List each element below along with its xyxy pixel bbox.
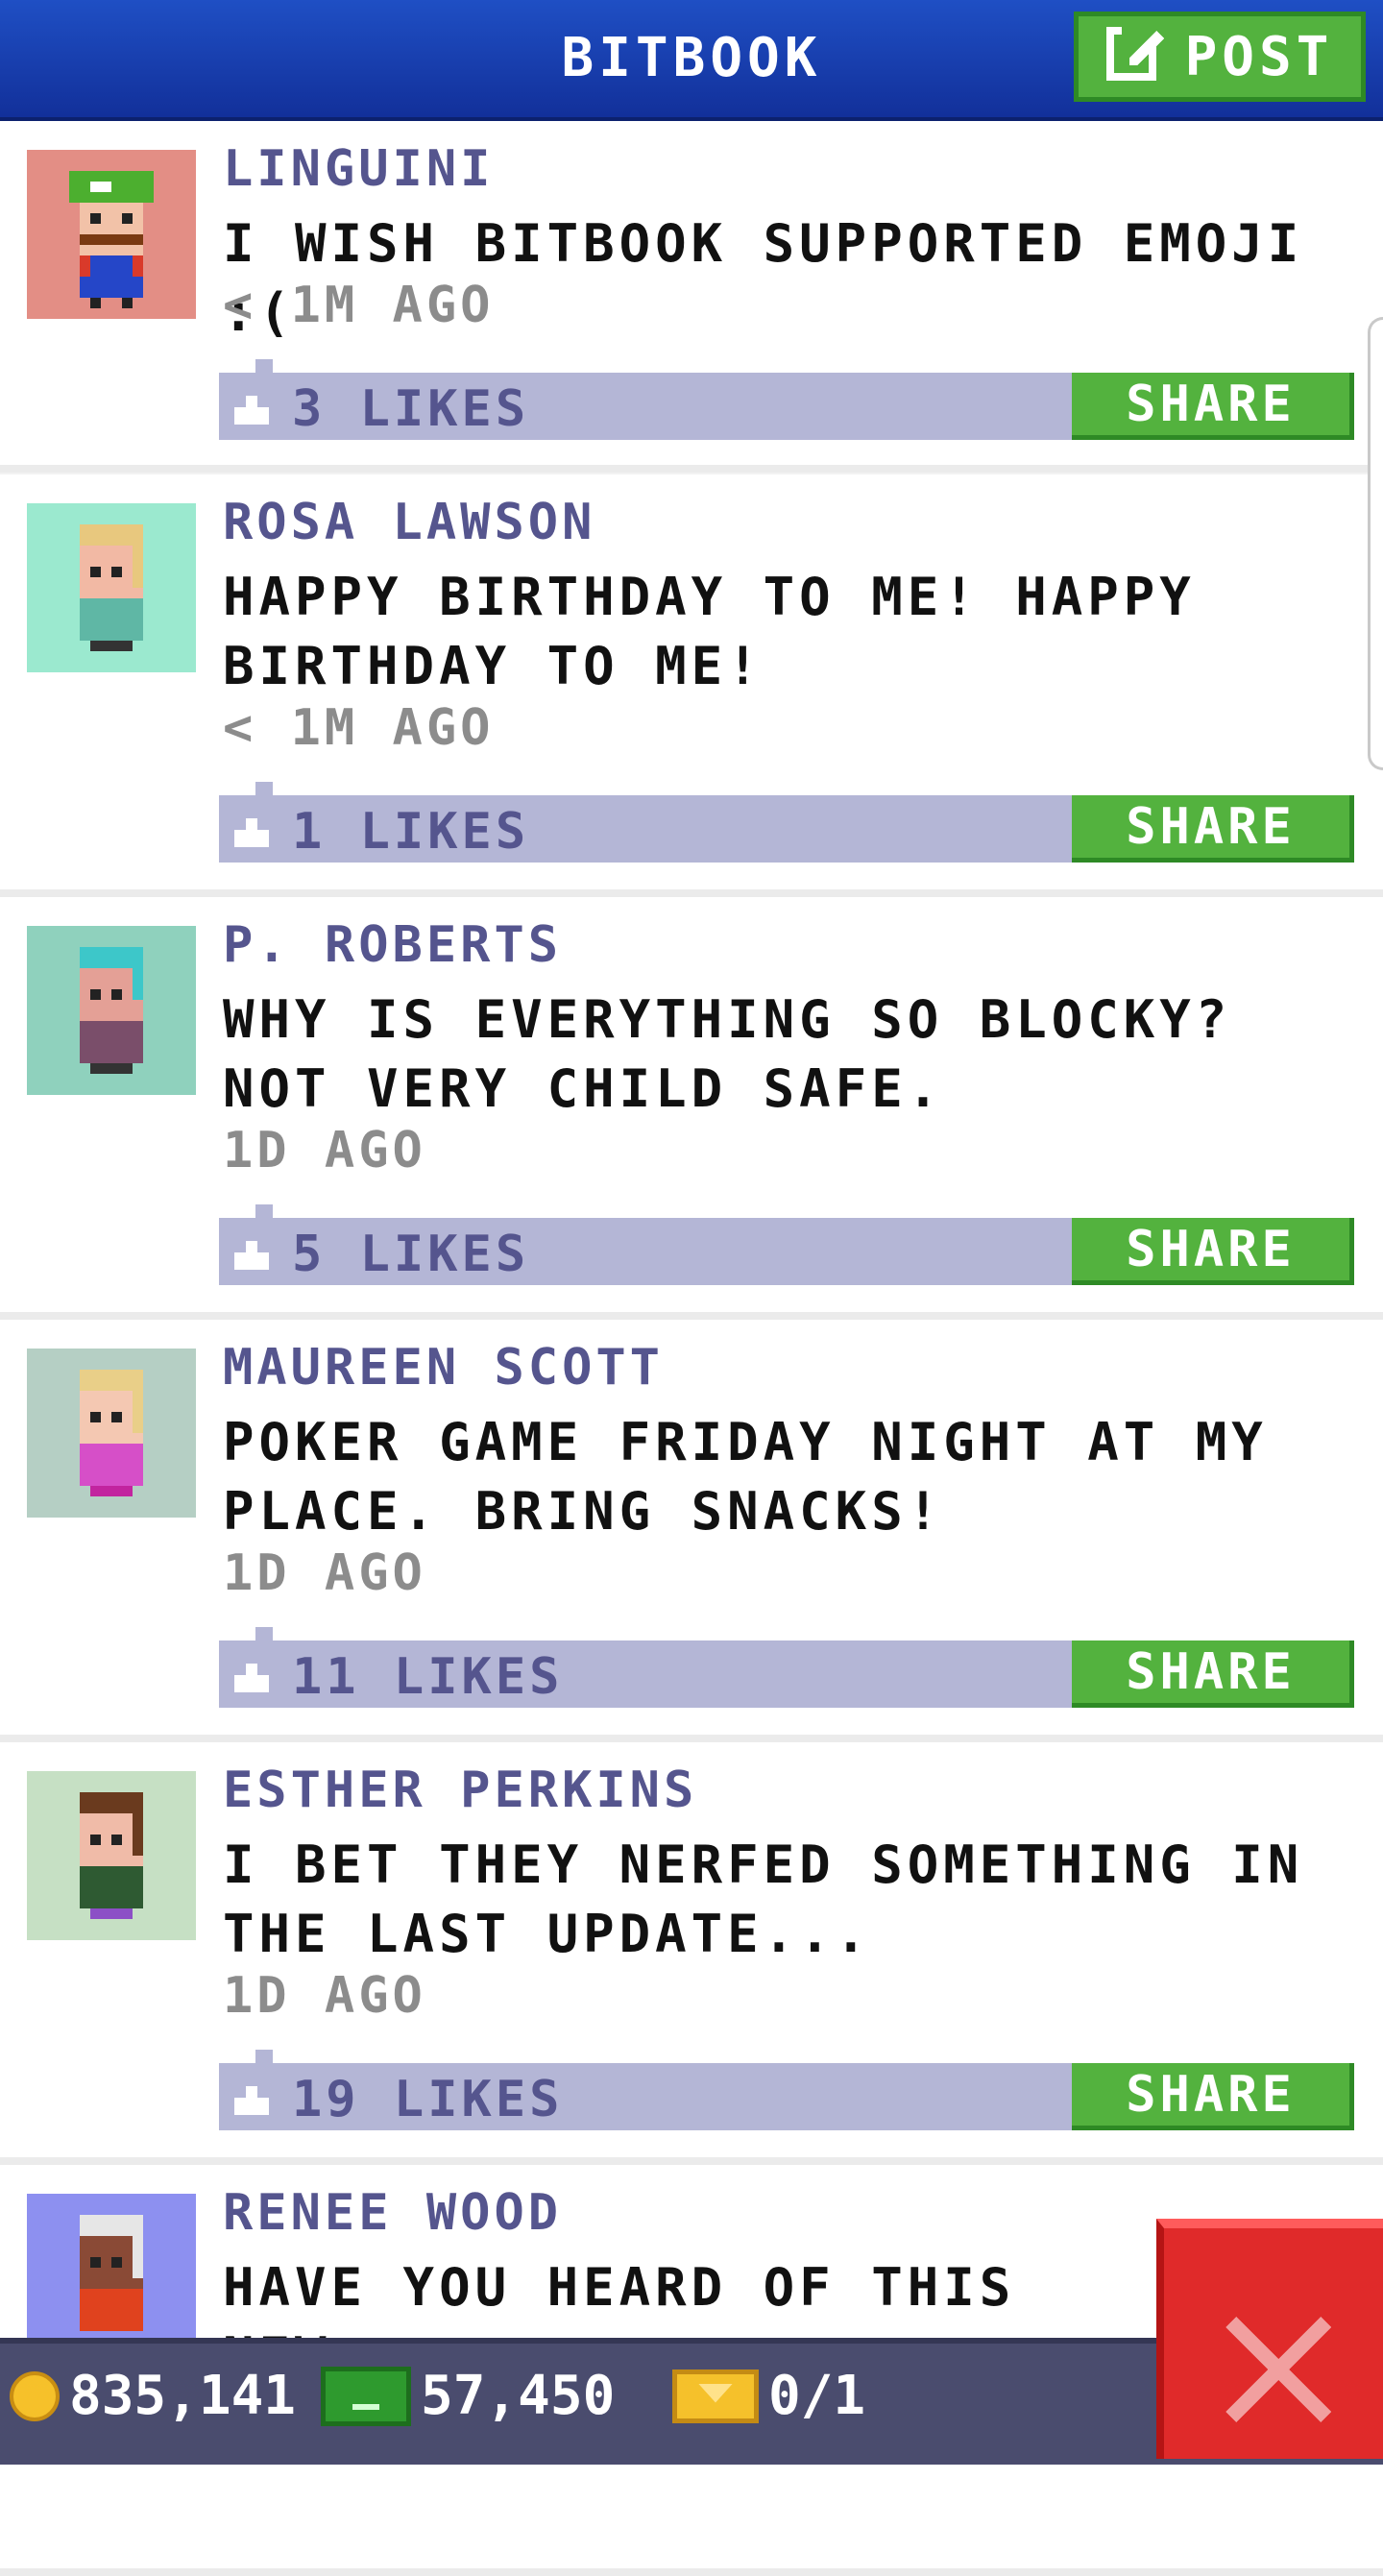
post-card: ROSA LAWSON HAPPY BIRTHDAY TO ME! HAPPY …: [0, 474, 1383, 897]
coin-icon: [10, 2370, 60, 2421]
post-message: HAPPY BIRTHDAY TO ME! HAPPY BIRTHDAY TO …: [223, 567, 1196, 696]
share-button[interactable]: SHARE: [1072, 795, 1354, 863]
coins-stat: 835,141: [10, 2365, 296, 2427]
vip-stat: 0/1: [672, 2365, 865, 2427]
post-time: 1D AGO: [223, 1544, 426, 1602]
post-card: ESTHER PERKINS I BET THEY NERFED SOMETHI…: [0, 1742, 1383, 2165]
post-card: P. ROBERTS WHY IS EVERYTHING SO BLOCKY? …: [0, 897, 1383, 1320]
post-button[interactable]: POST: [1074, 12, 1366, 102]
post-time: < 1M AGO: [223, 277, 495, 334]
coins-value: 835,141: [69, 2365, 297, 2427]
like-icon: [234, 1664, 269, 1692]
likes-notch: [255, 359, 273, 373]
likes-bar: 5 LIKES SHARE: [219, 1204, 1354, 1285]
post-button-label: POST: [1184, 25, 1334, 88]
post-message: WHY IS EVERYTHING SO BLOCKY? NOT VERY CH…: [223, 989, 1232, 1119]
like-icon: [234, 1241, 269, 1270]
post-card: MAUREEN SCOTT POKER GAME FRIDAY NIGHT AT…: [0, 1320, 1383, 1742]
post-message: POKER GAME FRIDAY NIGHT AT MY PLACE. BRI…: [223, 1412, 1268, 1542]
share-button[interactable]: SHARE: [1072, 2063, 1354, 2130]
likes-notch: [255, 1627, 273, 1640]
likes-notch: [255, 2050, 273, 2063]
likes-bar: 19 LIKES SHARE: [219, 2050, 1354, 2130]
avatar[interactable]: [27, 503, 196, 672]
post-author[interactable]: P. ROBERTS: [223, 916, 562, 974]
bux-value: 57,450: [421, 2365, 616, 2427]
avatar[interactable]: [27, 1771, 196, 1940]
likes-bar: 1 LIKES SHARE: [219, 782, 1354, 863]
share-button[interactable]: SHARE: [1072, 1218, 1354, 1285]
likes-count: 11 LIKES: [292, 1648, 564, 1706]
likes-count: 5 LIKES: [292, 1226, 530, 1283]
like-icon: [234, 818, 269, 847]
likes-count: 1 LIKES: [292, 803, 530, 861]
post-author[interactable]: RENEE WOOD: [223, 2184, 562, 2242]
post-time: 1D AGO: [223, 1122, 426, 1179]
vip-value: 0/1: [768, 2365, 866, 2427]
share-button[interactable]: SHARE: [1072, 373, 1354, 440]
likes-bar: 11 LIKES SHARE: [219, 1627, 1354, 1708]
post-card: LINGUINI I WISH BITBOOK SUPPORTED EMOJI …: [0, 121, 1383, 473]
post-edit-icon: [1105, 19, 1168, 94]
likes-bar: 3 LIKES SHARE: [219, 359, 1354, 440]
likes-count: 19 LIKES: [292, 2071, 564, 2128]
avatar[interactable]: [27, 926, 196, 1095]
like-icon: [234, 396, 269, 425]
post-author[interactable]: ROSA LAWSON: [223, 494, 595, 551]
likes-notch: [255, 1204, 273, 1218]
close-button[interactable]: [1156, 2219, 1383, 2459]
vip-icon: [672, 2369, 759, 2423]
likes-notch: [255, 782, 273, 795]
post-message: I BET THEY NERFED SOMETHING IN THE LAST …: [223, 1835, 1304, 1964]
post-time: < 1M AGO: [223, 699, 495, 757]
bux-stat: 57,450: [321, 2365, 615, 2427]
avatar[interactable]: [27, 1349, 196, 1518]
avatar[interactable]: [27, 150, 196, 319]
top-bar: BITBOOK POST: [0, 0, 1383, 121]
post-author[interactable]: LINGUINI: [223, 140, 494, 198]
close-icon: [1225, 2317, 1331, 2422]
post-author[interactable]: ESTHER PERKINS: [223, 1762, 697, 1819]
post-author[interactable]: MAUREEN SCOTT: [223, 1339, 664, 1397]
post-time: 1D AGO: [223, 1967, 426, 2025]
scroll-indicator[interactable]: [1368, 317, 1383, 770]
share-button[interactable]: SHARE: [1072, 1640, 1354, 1708]
bux-icon: [321, 2366, 411, 2426]
likes-count: 3 LIKES: [292, 380, 530, 438]
like-icon: [234, 2086, 269, 2115]
